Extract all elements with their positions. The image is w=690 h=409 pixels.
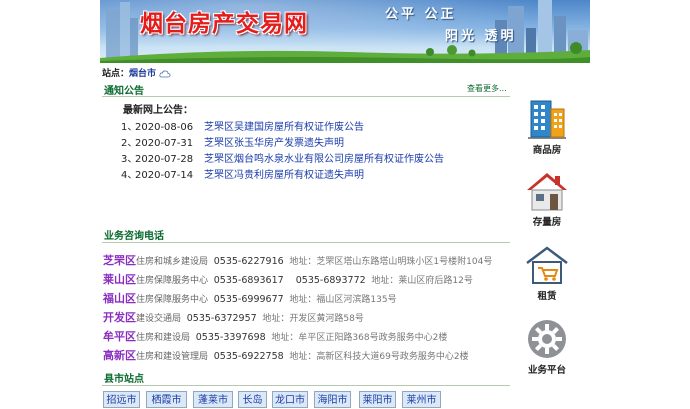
contact-district: 牟平区 (103, 330, 136, 343)
county-button-zhaoyuan[interactable]: 招远市 (103, 391, 140, 408)
contact-row: 福山区住房保障服务中心 0535-6999677 地址：福山区河滨路135号 (103, 290, 397, 306)
notice-date: 2020-07-28 (135, 154, 194, 165)
contact-address: 高新区科技大道69号政务服务中心2楼 (316, 352, 469, 362)
notice-item: 3、2020-07-28 芝罘区烟台鸣水泉水业有限公司房屋所有权证作废公告 (121, 150, 444, 165)
contact-address: 莱山区府后路12号 (398, 276, 473, 286)
notice-date: 2020-07-14 (135, 170, 194, 181)
notice-item: 2、2020-07-31 芝罘区张玉华房产发票遗失声明 (121, 134, 344, 149)
contact-address: 福山区河滨路135号 (316, 295, 397, 305)
county-button-qixia[interactable]: 栖霞市 (146, 391, 187, 408)
nav-item-new-housing[interactable]: 商品房 (519, 97, 575, 157)
nav-item-rental[interactable]: 租赁 (519, 245, 575, 303)
contact-district: 高新区 (103, 349, 136, 362)
slogan-open-transparent: 阳光 透明 (445, 29, 517, 44)
slogan-fair-just: 公平 公正 (385, 7, 457, 22)
county-button-laiyang[interactable]: 莱阳市 (359, 391, 396, 408)
contact-address-label: 地址： (271, 333, 299, 343)
notice-divider (102, 96, 510, 97)
contact-phone: 0535-6922758 (213, 351, 284, 362)
contact-row: 莱山区住房保障服务中心 0535-6893617 0535-6893772 地址… (103, 271, 473, 287)
county-button-penglai[interactable]: 蓬莱市 (193, 391, 233, 408)
notice-number: 1、 (121, 122, 138, 133)
contact-dept: 住房保障服务中心 (136, 295, 209, 305)
contact-address-label: 地址： (262, 314, 290, 324)
notice-link[interactable]: 芝罘区烟台鸣水泉水业有限公司房屋所有权证作废公告 (204, 154, 444, 165)
contact-address-label: 地址： (289, 295, 317, 305)
contact-district: 福山区 (103, 292, 136, 305)
contact-address-label: 地址： (289, 257, 317, 267)
contact-dept: 住房和城乡建设局 (136, 257, 209, 267)
contact-row: 高新区住房和建设管理局 0535-6922758 地址：高新区科技大道69号政务… (103, 347, 469, 363)
notice-more-link[interactable]: 查看更多... (467, 83, 507, 94)
contact-district: 开发区 (103, 311, 136, 324)
notice-date: 2020-07-31 (135, 138, 194, 149)
county-section-title: 县市站点 (104, 374, 144, 385)
contact-address-label: 地址： (371, 276, 399, 286)
notice-link[interactable]: 芝罘区张玉华房产发票遗失声明 (204, 138, 344, 149)
county-divider (102, 385, 510, 386)
notice-date: 2020-08-06 (135, 122, 194, 133)
contact-row: 牟平区住房和建设局 0535-3397698 地址：牟平区正阳路368号政务服务… (103, 328, 447, 344)
nav-label: 业务平台 (527, 365, 566, 376)
contact-address: 开发区黄河路58号 (289, 314, 364, 324)
header-banner: 烟台房产交易网 公平 公正 阳光 透明 (100, 0, 590, 63)
contact-address: 牟平区正阳路368号政务服务中心2楼 (298, 333, 448, 343)
contact-phone: 0535-6893617 0535-6893772 (213, 275, 366, 286)
contact-phone: 0535-3397698 (195, 332, 266, 343)
cloud-switch-icon[interactable] (159, 70, 171, 78)
contact-dept: 住房保障服务中心 (136, 276, 209, 286)
notice-number: 2、 (121, 138, 138, 149)
house-icon (527, 173, 567, 211)
contact-row: 芝罘区住房和城乡建设局 0535-6227916 地址：芝罘区塔山东路塔山明珠小… (103, 252, 492, 268)
county-button-haiyang[interactable]: 海阳市 (314, 391, 351, 408)
notice-number: 3、 (121, 154, 138, 165)
contact-dept: 建设交通局 (136, 314, 182, 324)
contact-phone: 0535-6999677 (213, 294, 284, 305)
notice-number: 4、 (121, 170, 138, 181)
site-value[interactable]: 烟台市 (129, 69, 156, 79)
latest-notice-label: 最新网上公告： (123, 105, 193, 116)
contact-row: 开发区建设交通局 0535-6372957 地址：开发区黄河路58号 (103, 309, 364, 325)
contact-dept: 住房和建设管理局 (136, 352, 209, 362)
contact-address: 芝罘区塔山东路塔山明珠小区1号楼附104号 (316, 257, 493, 267)
notice-link[interactable]: 芝罘区吴建国房屋所有权证作废公告 (204, 122, 364, 133)
nav-item-existing-housing[interactable]: 存量房 (519, 170, 575, 230)
contact-district: 莱山区 (103, 273, 136, 286)
site-title: 烟台房产交易网 (140, 10, 308, 37)
building-icon (528, 100, 566, 139)
site-label: 站点： (102, 69, 130, 79)
rent-house-cart-icon (526, 246, 568, 284)
notice-item: 1、2020-08-06 芝罘区吴建国房屋所有权证作废公告 (121, 118, 364, 133)
contact-phone: 0535-6227916 (213, 256, 284, 267)
contact-phone: 0535-6372957 (186, 313, 257, 324)
nav-label: 存量房 (532, 217, 562, 228)
gear-icon (528, 320, 566, 358)
county-button-changdao[interactable]: 长岛 (238, 391, 267, 408)
notice-link[interactable]: 芝罘区冯贵利房屋所有权证遗失声明 (204, 170, 364, 181)
site-selector: 站点：烟台市 (102, 66, 171, 79)
nav-label: 商品房 (532, 145, 562, 156)
contacts-divider (102, 242, 510, 243)
nav-label: 租赁 (537, 291, 557, 302)
contact-district: 芝罘区 (103, 254, 136, 267)
notice-section-title: 通知公告 (104, 86, 144, 97)
contact-address-label: 地址： (289, 352, 317, 362)
county-button-longkou[interactable]: 龙口市 (272, 391, 308, 408)
notice-item: 4、2020-07-14 芝罘区冯贵利房屋所有权证遗失声明 (121, 166, 364, 181)
nav-item-business-platform[interactable]: 业务平台 (519, 318, 575, 376)
county-button-laizhou[interactable]: 莱州市 (402, 391, 441, 408)
contacts-section-title: 业务咨询电话 (104, 231, 164, 242)
contact-dept: 住房和建设局 (136, 333, 191, 343)
